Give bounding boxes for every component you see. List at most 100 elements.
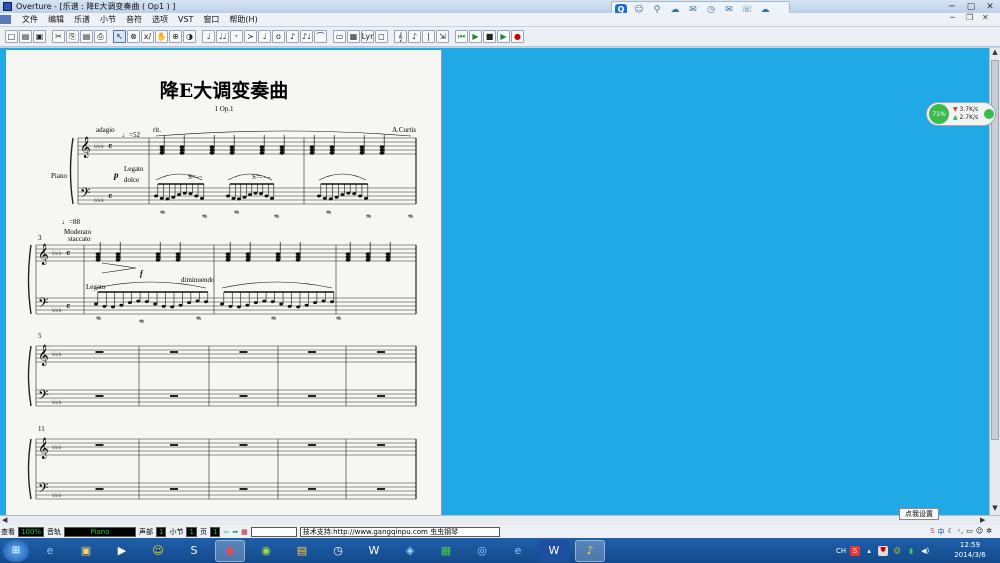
menu-file[interactable]: 文件 xyxy=(22,14,38,25)
cut-button[interactable]: ✂ xyxy=(52,30,65,43)
key-button[interactable]: ♪ xyxy=(408,30,421,43)
settings-tooltip[interactable]: 点我设置 xyxy=(899,508,939,520)
eighth-note-button[interactable]: ♪ xyxy=(286,30,299,43)
color-button[interactable]: ◑ xyxy=(183,30,196,43)
menu-vst[interactable]: VST xyxy=(178,15,193,24)
octave-button[interactable]: ▭ xyxy=(333,30,346,43)
rest-button[interactable]: 𝄾 xyxy=(230,30,243,43)
menu-help[interactable]: 帮助(H) xyxy=(229,14,257,25)
punct-icon[interactable]: ◦, xyxy=(957,527,963,537)
menu-options[interactable]: 选项 xyxy=(152,14,168,25)
accent-button[interactable]: ≻ xyxy=(244,30,257,43)
quarter-note-button[interactable]: ♩ xyxy=(258,30,271,43)
score-composer[interactable]: A.Curtis xyxy=(392,126,416,134)
word-icon[interactable]: W xyxy=(539,539,569,562)
horizontal-scrollbar[interactable]: ◀ ▶ xyxy=(0,515,1000,525)
ie2-icon[interactable]: e xyxy=(503,540,533,562)
score-title[interactable]: 降E大调变奏曲 xyxy=(160,79,288,102)
keyboard-task-icon[interactable]: ◈ xyxy=(395,540,425,562)
score-notation[interactable]: 𝄞𝄢♭♭♭♭♭♭𝄴𝄴𝄞𝄢♭♭♭♭♭♭𝄴𝄴𝄞𝄢♭♭♭♭♭♭𝄞𝄢♭♭♭♭♭♭𝆮 𝆮 𝆮 𝆮… xyxy=(27,130,417,500)
beam-button[interactable]: ♩♩ xyxy=(216,30,229,43)
menu-score[interactable]: 乐谱 xyxy=(74,14,90,25)
start-button[interactable]: ⊞ xyxy=(3,539,29,562)
minimize-button[interactable]: ─ xyxy=(943,0,961,13)
sogou-icon[interactable]: S xyxy=(179,540,209,562)
folder-icon[interactable]: ▤ xyxy=(287,540,317,562)
wps-icon[interactable]: W xyxy=(359,540,389,562)
overture-icon[interactable]: ♪ xyxy=(575,539,605,562)
qq-tray-icon[interactable]: ☺ xyxy=(892,546,902,556)
menu-window[interactable]: 窗口 xyxy=(203,14,219,25)
split-button[interactable]: x/ xyxy=(141,30,154,43)
voice-field[interactable]: 1 xyxy=(156,526,167,537)
scroll-down-icon[interactable]: ▼ xyxy=(990,504,1000,514)
stop-button[interactable]: ■ xyxy=(483,30,496,43)
calc-icon[interactable]: ▦ xyxy=(431,540,461,562)
next-page-icon[interactable]: ➡ xyxy=(232,528,238,536)
score-canvas[interactable]: 降E大调变奏曲 1 Op.1 A.Curtis Piano adagio ♩=5… xyxy=(6,50,442,515)
score-page[interactable]: 降E大调变奏曲 1 Op.1 A.Curtis Piano adagio ♩=5… xyxy=(6,50,442,515)
gear-icon[interactable]: ✲ xyxy=(986,527,992,537)
note-button[interactable]: ♩ xyxy=(202,30,215,43)
menu-edit[interactable]: 编辑 xyxy=(48,14,64,25)
erase-button[interactable]: ⊗ xyxy=(127,30,140,43)
close-button[interactable]: ✕ xyxy=(981,0,999,13)
qq-icon[interactable]: ☺ xyxy=(143,540,173,562)
play-from-start-button[interactable]: ▶ xyxy=(469,30,482,43)
scroll-left-icon[interactable]: ◀ xyxy=(2,516,7,524)
mdi-close-button[interactable]: ✕ xyxy=(982,13,989,22)
play-button[interactable]: ▶ xyxy=(497,30,510,43)
keyboard-icon[interactable]: ▭ xyxy=(966,527,973,537)
lang-indicator[interactable]: CH xyxy=(836,547,846,555)
chord-button[interactable]: ▦ xyxy=(347,30,360,43)
scroll-right-icon[interactable]: ▶ xyxy=(980,516,985,524)
scroll-up-icon[interactable]: ▲ xyxy=(990,48,1000,58)
media-icon[interactable]: ▶ xyxy=(107,540,137,562)
open-file-button[interactable]: ▤ xyxy=(19,30,32,43)
ime-lang[interactable]: 中 xyxy=(938,527,945,537)
sogou-ime-icon[interactable]: S xyxy=(930,527,934,537)
rewind-button[interactable]: ⏮ xyxy=(455,30,468,43)
volume-icon[interactable]: ◀) xyxy=(920,546,930,556)
slur-button[interactable]: ⌒ xyxy=(314,30,327,43)
chrome-icon[interactable]: ◉ xyxy=(215,539,245,562)
step-button[interactable]: ⇲ xyxy=(436,30,449,43)
menu-measure[interactable]: 小节 xyxy=(100,14,116,25)
mdi-minimize-button[interactable]: ─ xyxy=(950,13,955,22)
maximize-button[interactable]: ▢ xyxy=(962,0,980,13)
save-button[interactable]: ▣ xyxy=(33,30,46,43)
zoom-button[interactable]: ⊕ xyxy=(169,30,182,43)
copy-button[interactable]: ⎘ xyxy=(66,30,79,43)
media-center-icon[interactable]: ◉ xyxy=(251,540,281,562)
sogou-tray-icon[interactable]: S xyxy=(850,545,861,556)
grid-icon[interactable]: ▦ xyxy=(241,528,248,536)
select-arrow-button[interactable]: ↖ xyxy=(113,30,126,43)
player-icon[interactable]: ◷ xyxy=(323,540,353,562)
hand-button[interactable]: ✋ xyxy=(155,30,168,43)
ie-icon[interactable]: e xyxy=(35,540,65,562)
tray-expand-icon[interactable]: ▴ xyxy=(864,546,874,556)
new-file-button[interactable]: □ xyxy=(5,30,18,43)
qqbrowser-icon[interactable]: ◎ xyxy=(467,540,497,562)
track-select[interactable]: Piano xyxy=(64,526,137,537)
user-icon-ime[interactable]: ☺ xyxy=(976,527,983,537)
antivirus-icon[interactable]: ⛊ xyxy=(878,545,889,556)
moon-icon[interactable]: ☾ xyxy=(948,527,954,537)
explorer-icon[interactable]: ▣ xyxy=(71,540,101,562)
clock[interactable]: 12:59 2014/3/6 xyxy=(948,540,992,560)
overture-app-icon[interactable] xyxy=(3,2,12,11)
tuplet-button[interactable]: ♪♩ xyxy=(300,30,313,43)
prev-page-icon[interactable]: ⇦ xyxy=(223,528,229,536)
whole-note-button[interactable]: o xyxy=(272,30,285,43)
menu-note[interactable]: 音符 xyxy=(126,14,142,25)
barline-button[interactable]: | xyxy=(422,30,435,43)
zoom-select[interactable]: 100% xyxy=(18,526,45,537)
print-button[interactable]: ⎙ xyxy=(94,30,107,43)
frame-button[interactable]: ◻ xyxy=(375,30,388,43)
net-widget-arrow-icon[interactable] xyxy=(984,109,995,119)
record-button[interactable]: ● xyxy=(511,30,524,43)
paste-button[interactable]: ▤ xyxy=(80,30,93,43)
page-field[interactable]: 1 xyxy=(209,526,221,537)
net-speed-widget[interactable]: 71% ▼ 3.7K/s ▲ 2.7K/s xyxy=(926,102,996,126)
mdi-restore-button[interactable]: ❐ xyxy=(966,13,973,22)
